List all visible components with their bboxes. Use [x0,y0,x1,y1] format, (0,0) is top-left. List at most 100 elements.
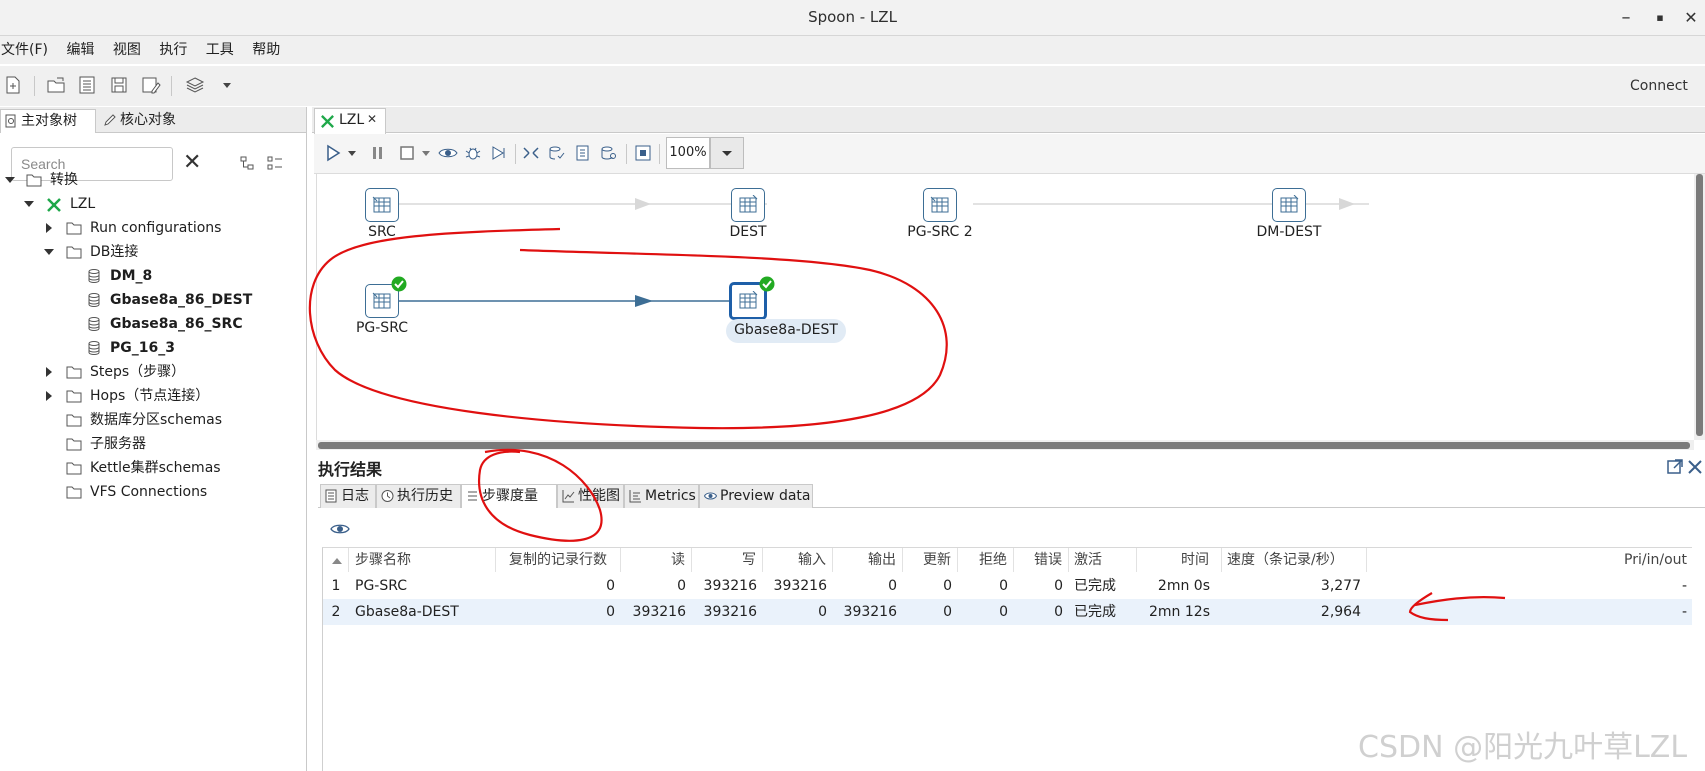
save-icon[interactable] [108,74,130,96]
tab-preview-data[interactable]: Preview data [699,484,813,508]
row-number: 1 [331,578,341,594]
tab-core-objects[interactable]: 核心对象 [100,109,214,133]
connect-button[interactable]: Connect [1630,66,1688,106]
step-dest[interactable] [731,188,765,222]
menu-file[interactable]: 文件(F) [0,36,55,64]
tree-label: LZL [70,196,96,212]
zoom-dropdown[interactable] [710,137,744,169]
cell-step-name: PG-SRC [355,578,408,594]
cell-errors: 0 [1054,578,1063,594]
expanded-arrow-icon[interactable] [5,175,15,185]
column-header[interactable]: Pri/in/out [1367,548,1691,572]
cell-input: 393216 [773,578,827,594]
tab-metrics[interactable]: Metrics [624,484,699,508]
minimize-button[interactable]: – [1610,0,1642,35]
stop-dropdown-icon[interactable] [420,146,432,160]
tree-label: 子服务器 [90,436,146,452]
menu-view[interactable]: 视图 [112,36,148,64]
maximize-panel-icon[interactable] [1666,458,1684,476]
column-header[interactable]: 步骤名称 [349,548,496,572]
tab-main-tree-label: 主对象树 [21,113,77,129]
step-dm-dest[interactable] [1272,188,1306,222]
explore-db-icon[interactable] [600,144,618,162]
save-as-icon[interactable] [140,74,162,96]
folder-icon [66,222,82,235]
debug-icon[interactable] [464,144,482,162]
verify-icon[interactable] [522,144,540,162]
step-metrics-icon [468,491,477,501]
watermark: CSDN @阳光九叶草LZL [1358,730,1688,765]
expanded-arrow-icon[interactable] [24,199,34,209]
collapsed-arrow-icon[interactable] [44,367,54,377]
collapsed-arrow-icon[interactable] [44,391,54,401]
impact-analysis-icon[interactable] [548,144,566,162]
column-header[interactable]: 拒绝 [958,548,1014,572]
transformation-canvas[interactable]: SRC DEST PG-SRC 2 DM-DEST PG-SRC Gbase8a… [316,174,1694,440]
column-header[interactable]: 更新 [903,548,958,572]
layers-dropdown-icon[interactable] [216,74,238,96]
explore-repository-icon[interactable] [76,74,98,96]
tab-label: 执行历史 [397,488,453,504]
run-icon[interactable] [324,144,342,162]
cell-written: 393216 [703,604,757,620]
show-results-icon[interactable] [634,144,652,162]
maximize-button[interactable]: ▪ [1644,0,1676,35]
close-panel-icon[interactable] [1687,458,1703,476]
zoom-input[interactable]: 100% [666,137,710,169]
layers-icon[interactable] [184,74,206,96]
collapse-tree-icon[interactable] [239,154,257,172]
success-check-icon [391,276,407,292]
transformation-icon [47,198,61,212]
canvas-horizontal-scrollbar[interactable] [316,440,1694,450]
step-label-dm-dest: DM-DEST [1256,224,1322,240]
column-header[interactable]: 输出 [833,548,903,572]
step-pg-src-2[interactable] [923,188,957,222]
column-header[interactable]: 速度（条记录/秒） [1222,548,1367,572]
tree-label: Hops（节点连接） [90,388,210,404]
tab-history[interactable]: 执行历史 [376,484,461,508]
column-header[interactable]: 复制的记录行数 [496,548,621,572]
sort-indicator[interactable] [323,548,349,572]
database-icon [88,269,100,283]
cell-copies: 0 [606,604,615,620]
tab-main-tree[interactable]: 主对象树 [0,109,96,133]
step-label-pg-src-2: PG-SRC 2 [907,224,973,240]
stop-icon[interactable] [398,144,416,162]
open-file-icon[interactable] [45,74,67,96]
column-header[interactable]: 错误 [1014,548,1069,572]
tab-log[interactable]: 日志 [320,484,376,508]
table-input-icon [930,196,949,213]
preview-eye-icon[interactable] [438,144,458,162]
new-file-icon[interactable] [2,74,24,96]
run-dropdown-icon[interactable] [346,146,358,160]
menu-tools[interactable]: 工具 [205,36,241,64]
column-header[interactable]: 激活 [1069,548,1137,572]
close-tab-icon[interactable]: ✕ [367,112,377,126]
menu-run[interactable]: 执行 [158,36,194,64]
column-header[interactable]: 时间 [1137,548,1222,572]
tab-step-metrics[interactable]: 步骤度量 [461,484,557,508]
canvas-vertical-scrollbar[interactable] [1694,174,1705,440]
expand-tree-icon[interactable] [266,154,284,172]
folder-icon [66,390,82,403]
clear-search-icon[interactable]: ✕ [183,151,201,175]
tab-lzl[interactable]: LZL ✕ [314,108,386,134]
column-header[interactable]: 读 [621,548,692,572]
collapsed-arrow-icon[interactable] [44,223,54,233]
menu-help[interactable]: 帮助 [251,36,287,64]
tab-performance-graph[interactable]: 性能图 [557,484,624,508]
pause-icon[interactable] [370,144,386,162]
replay-icon[interactable] [490,144,508,162]
sql-icon[interactable] [574,144,592,162]
cell-pri-in-out: - [1681,604,1687,620]
menu-edit[interactable]: 编辑 [65,36,101,64]
success-check-icon [759,276,775,292]
close-window-button[interactable]: ✕ [1675,0,1705,35]
window-titlebar: Spoon - LZL – ▪ ✕ [0,0,1705,36]
column-header[interactable]: 输入 [763,548,833,572]
column-header[interactable]: 写 [692,548,763,572]
step-src[interactable] [365,188,399,222]
tab-label: 日志 [341,488,369,504]
expanded-arrow-icon[interactable] [44,247,54,257]
show-active-eye-icon[interactable] [330,520,350,538]
